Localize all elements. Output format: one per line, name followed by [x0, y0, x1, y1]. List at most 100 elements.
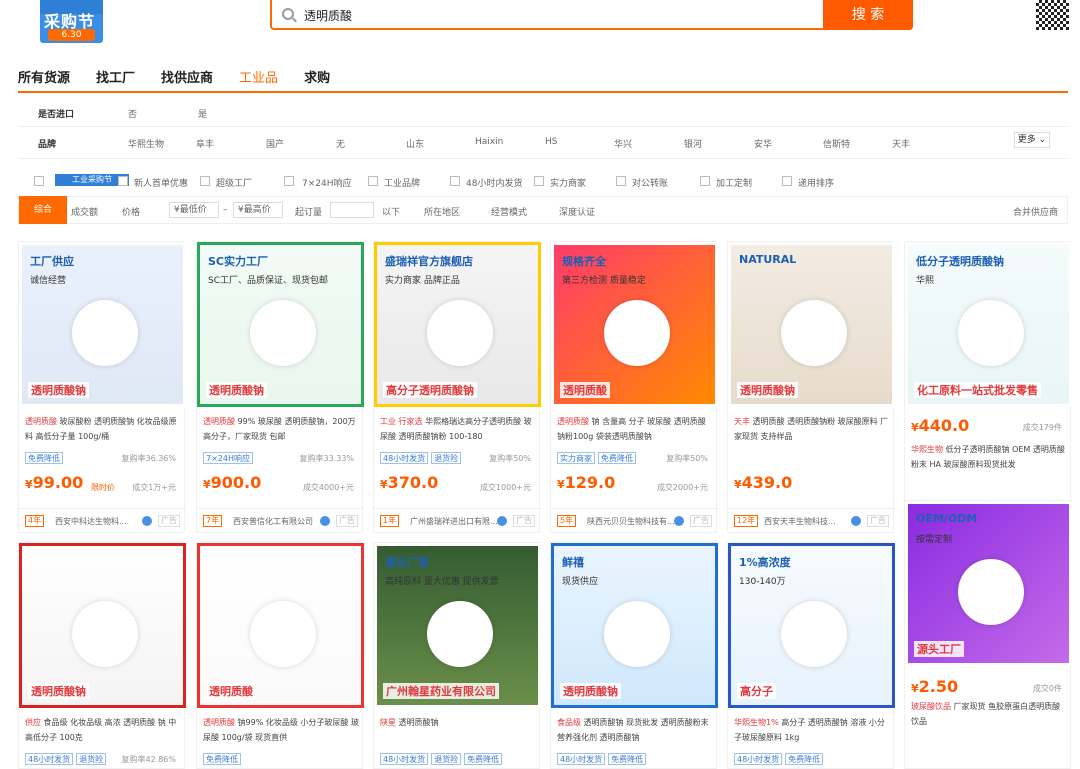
product-title[interactable]: 陕星 透明质酸钠: [380, 715, 536, 730]
checkbox[interactable]: [534, 176, 544, 186]
brand-option[interactable]: 国产: [266, 137, 284, 150]
filter-option[interactable]: 否: [128, 107, 137, 120]
festival-logo[interactable]: 采购节 6.30: [40, 0, 103, 43]
merge-supplier[interactable]: 合并供应商: [1013, 205, 1058, 218]
tab-all-sources[interactable]: 所有货源: [18, 67, 70, 86]
product-title[interactable]: 透明质酸 玻尿酸粉 透明质酸钠 化妆品级原料 高低分子量 100g/桶: [25, 414, 181, 444]
price-value: 129.0: [564, 473, 616, 492]
checkbox[interactable]: [284, 176, 294, 186]
product-image[interactable]: 1%高浓度 130-140万 高分子: [728, 543, 895, 708]
product-image[interactable]: SC实力工厂 SC工厂、品质保证、现货包邮 透明质酸钠: [197, 242, 364, 407]
price-value: 99.00: [32, 473, 84, 492]
product-card[interactable]: OEM/ODM 按需定制 源头工厂 玻尿酸饮品 厂家现货 鱼胶原蛋白透明质酸饮品 成交0…: [904, 500, 1072, 769]
product-title[interactable]: 食品级 透明质酸钠 现货批发 透明质酸粉末营养强化剂 透明质酸钠: [557, 715, 713, 745]
search-input[interactable]: 透明质酸: [304, 7, 352, 24]
image-caption-mid: 实力商家 品牌正品: [385, 276, 460, 286]
product-image[interactable]: 工厂供应 诚信经营 透明质酸钠: [19, 242, 186, 407]
image-caption-main: 透明质酸: [206, 683, 256, 699]
tab-purchase[interactable]: 求购: [304, 67, 330, 86]
brand-option[interactable]: 华兴: [614, 137, 632, 150]
brand-option[interactable]: 银河: [684, 137, 702, 150]
more-brands-button[interactable]: 更多 ⌄: [1014, 132, 1050, 148]
product-card[interactable]: 透明质酸钠 供应 食品级 化妆品级 高浓 透明质酸 钠 中高低分子 100克 48小…: [18, 542, 186, 769]
product-image[interactable]: 透明质酸: [197, 543, 364, 708]
checkbox[interactable]: [200, 176, 210, 186]
brand-option[interactable]: 华熙生物: [128, 137, 164, 150]
supplier-row[interactable]: 12年 西安天丰生物科技... 广告: [728, 508, 895, 532]
sort-default[interactable]: 综合: [19, 196, 67, 224]
title-keyword: 天丰: [734, 417, 750, 426]
brand-option[interactable]: 天丰: [892, 137, 910, 150]
product-card[interactable]: 低分子透明质酸钠 华熙 化工原料一站式批发零售华熙生物 低分子透明质酸钠 OEM 透…: [904, 241, 1072, 533]
tab-find-supplier[interactable]: 找供应商: [161, 67, 213, 86]
product-image[interactable]: 鲜禧 现货供应 透明质酸钠: [551, 543, 718, 708]
product-image[interactable]: 盛瑞祥官方旗舰店 实力商家 品牌正品 高分子透明质酸钠: [374, 242, 541, 407]
supplier-row[interactable]: 7年 西安普信化工有限公司 广告: [197, 508, 364, 532]
product-card[interactable]: 盛瑞祥官方旗舰店 实力商家 品牌正品 高分子透明质酸钠工业 行家选 华熙格瑞达高分子…: [373, 241, 541, 533]
product-card[interactable]: 透明质酸透明质酸 钠99% 化妆品级 小分子玻尿酸 玻尿酸 100g/袋 现货直…: [196, 542, 364, 769]
checkbox[interactable]: [34, 176, 44, 186]
filter-option[interactable]: 是: [198, 107, 207, 120]
product-title[interactable]: 透明质酸 钠 含量高 分子 玻尿酸 透明质酸钠粉100g 袋装透明质酸钠: [557, 414, 713, 444]
checkbox[interactable]: [700, 176, 710, 186]
image-caption-top: 规格齐全: [562, 255, 606, 268]
mode-dropdown[interactable]: 经营模式: [491, 205, 527, 218]
checkbox[interactable]: [782, 176, 792, 186]
product-image[interactable]: OEM/ODM 按需定制 源头工厂: [905, 501, 1072, 666]
brand-option[interactable]: HS: [545, 137, 557, 147]
product-card[interactable]: 鲜禧 现货供应 透明质酸钠食品级 透明质酸钠 现货批发 透明质酸粉末营养强化剂 透明…: [550, 542, 718, 769]
checkbox[interactable]: [118, 176, 128, 186]
moq-input[interactable]: [330, 202, 374, 218]
image-caption-main: 透明质酸: [560, 382, 610, 398]
brand-option[interactable]: 信斯特: [823, 137, 850, 150]
product-card[interactable]: NATURAL 透明质酸钠天丰 透明质酸 透明质酸钠粉 玻尿酸原料 厂家现货 支持…: [727, 241, 895, 533]
repurchase-rate: 复购率36.36%: [121, 454, 176, 463]
region-dropdown[interactable]: 所在地区: [424, 205, 460, 218]
product-title[interactable]: 工业 行家选 华熙格瑞达高分子透明质酸 玻尿酸 透明质酸钠粉 100-180: [380, 414, 536, 444]
product-title[interactable]: 透明质酸 钠99% 化妆品级 小分子玻尿酸 玻尿酸 100g/袋 现货直供: [203, 715, 359, 745]
supplier-row[interactable]: 1年 广州盛瑞祥进出口有限... 广告: [374, 508, 541, 532]
brand-option[interactable]: 安华: [754, 137, 772, 150]
product-image[interactable]: 透明质酸钠: [19, 543, 186, 708]
product-image[interactable]: 低分子透明质酸钠 华熙 化工原料一站式批发零售: [905, 242, 1072, 407]
title-text: 食品级 化妆品级 高浓 透明质酸 钠 中高低分子 100克: [25, 718, 177, 742]
tab-find-factory[interactable]: 找工厂: [96, 67, 135, 86]
brand-option[interactable]: Haixin: [475, 137, 503, 147]
brand-option[interactable]: 无: [336, 137, 345, 150]
product-card[interactable]: 规格齐全 第三方检测 质量稳定 透明质酸透明质酸 钠 含量高 分子 玻尿酸 透明质酸…: [550, 241, 718, 533]
sort-volume[interactable]: 成交额: [71, 205, 98, 218]
image-caption-top: OEM/ODM: [916, 512, 978, 525]
max-price-input[interactable]: ¥最高价: [233, 202, 283, 218]
product-image[interactable]: NATURAL 透明质酸钠: [728, 242, 895, 407]
product-card[interactable]: 1%高浓度 130-140万 高分子华熙生物1% 高分子 透明质酸钠 溶液 小分子玻…: [727, 542, 895, 769]
price-value: 370.0: [387, 473, 439, 492]
product-title[interactable]: 华熙生物 低分子透明质酸钠 OEM 透明质酸粉末 HA 玻尿酸原料现货批发: [911, 442, 1067, 472]
search-button[interactable]: 搜 索: [823, 0, 913, 30]
tab-industrial[interactable]: 工业品: [239, 67, 278, 86]
qr-code-icon[interactable]: [1036, 0, 1069, 30]
service-tag: 48小时发货: [734, 753, 783, 765]
sort-price[interactable]: 价格: [122, 205, 140, 218]
product-title[interactable]: 供应 食品级 化妆品级 高浓 透明质酸 钠 中高低分子 100克: [25, 715, 181, 745]
product-card[interactable]: SC实力工厂 SC工厂、品质保证、现货包邮 透明质酸钠透明质酸 99% 玻尿酸 透明…: [196, 241, 364, 533]
product-card[interactable]: 工厂供应 诚信经营 透明质酸钠透明质酸 玻尿酸粉 透明质酸钠 化妆品级原料 高低分子…: [18, 241, 186, 533]
title-text: 透明质酸 透明质酸钠粉 玻尿酸原料 厂家现货 支持样品: [734, 417, 889, 441]
product-image[interactable]: 规格齐全 第三方检测 质量稳定 透明质酸: [551, 242, 718, 407]
cert-dropdown[interactable]: 深度认证: [559, 205, 595, 218]
image-caption-main: 源头工厂: [914, 641, 964, 657]
checkbox[interactable]: [368, 176, 378, 186]
title-keyword: 食品级: [557, 718, 581, 727]
product-title[interactable]: 天丰 透明质酸 透明质酸钠粉 玻尿酸原料 厂家现货 支持样品: [734, 414, 890, 444]
product-title[interactable]: 透明质酸 99% 玻尿酸 透明质酸钠，200万高分子，厂家现货 包邮: [203, 414, 359, 444]
checkbox[interactable]: [450, 176, 460, 186]
brand-option[interactable]: 阜丰: [196, 137, 214, 150]
min-price-input[interactable]: ¥最低价: [169, 202, 219, 218]
product-title[interactable]: 玻尿酸饮品 厂家现货 鱼胶原蛋白透明质酸饮品: [911, 699, 1067, 729]
supplier-row[interactable]: 4年 西安中科达生物科... 广告: [19, 508, 186, 532]
brand-option[interactable]: 山东: [406, 137, 424, 150]
supplier-row[interactable]: 5年 陕西元贝贝生物科技有... 广告: [551, 508, 718, 532]
checkbox[interactable]: [616, 176, 626, 186]
product-image[interactable]: 源头厂家 高纯原料 量大优惠 提供发票 广州翰星药业有限公司: [374, 543, 541, 708]
product-card[interactable]: 源头厂家 高纯原料 量大优惠 提供发票 广州翰星药业有限公司 陕星 透明质酸钠 48小时…: [373, 542, 541, 769]
product-title[interactable]: 华熙生物1% 高分子 透明质酸钠 溶液 小分子玻尿酸原料 1kg: [734, 715, 890, 745]
